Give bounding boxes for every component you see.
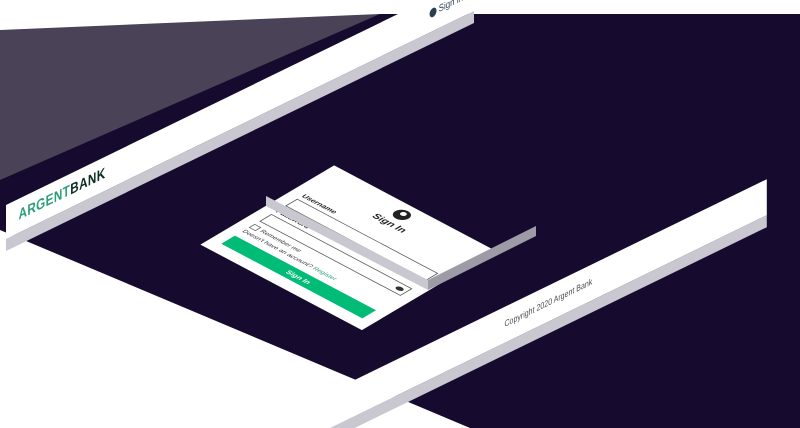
header-signin-link[interactable]: Sign In [429, 0, 463, 20]
isometric-stage: ARGENTBANK Sign In Copyright 2020 Argent… [0, 0, 800, 428]
eye-icon[interactable] [393, 285, 406, 292]
header-signin-label: Sign In [438, 0, 464, 16]
user-circle-icon [429, 6, 437, 19]
